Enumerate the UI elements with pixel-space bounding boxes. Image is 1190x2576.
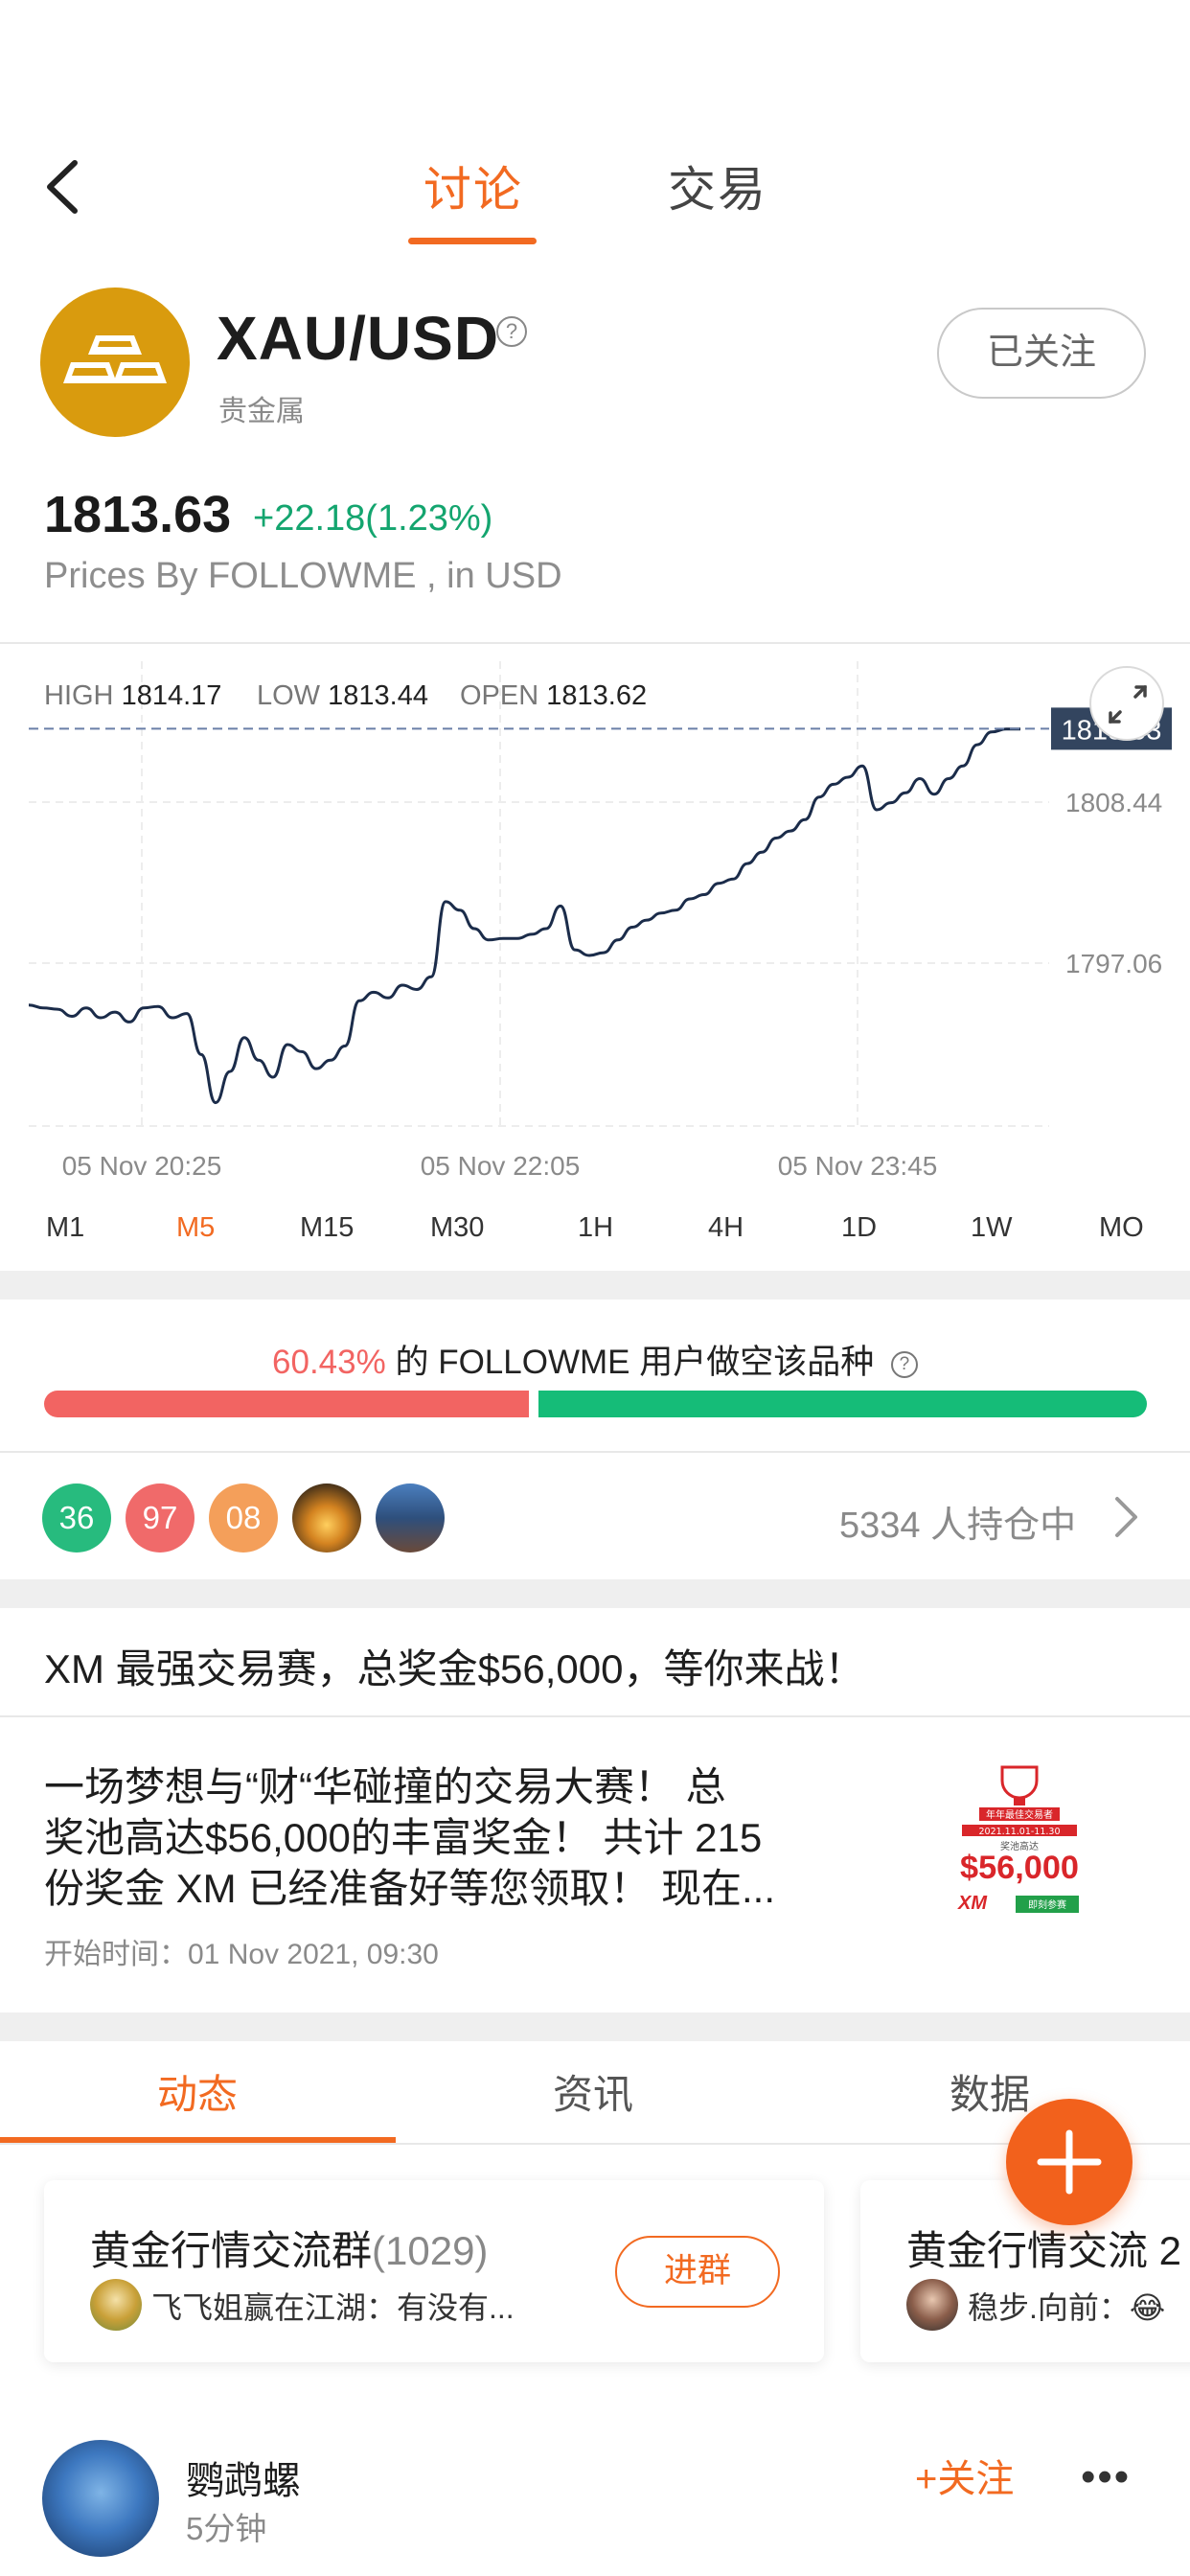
group-last-message: 飞飞姐赢在江湖：有没有... (151, 2290, 515, 2325)
expand-icon (1109, 685, 1147, 724)
svg-text:年年最佳交易者: 年年最佳交易者 (986, 1808, 1053, 1821)
divider (0, 642, 1190, 644)
svg-text:即刻参赛: 即刻参赛 (1028, 1898, 1066, 1911)
expand-chart-button[interactable] (1089, 666, 1164, 741)
timeframe-mo[interactable]: MO (1099, 1212, 1144, 1244)
chart-open: OPEN 1813.62 (460, 680, 648, 711)
help-icon[interactable]: ? (890, 1350, 918, 1378)
promo-body[interactable]: 一场梦想与“财“华碰撞的交易大赛！ 总 奖池高达$56,000的丰富奖金！ 共计… (44, 1761, 868, 1914)
timeframe-m15[interactable]: M15 (300, 1212, 354, 1244)
promo-start-time: 开始时间：01 Nov 2021, 09:30 (44, 1939, 439, 1970)
timeframe-1w[interactable]: 1W (971, 1212, 1013, 1244)
sentiment-percent: 60.43% (272, 1344, 386, 1381)
post-time: 5分钟 (186, 2511, 267, 2546)
group-member-count: (1029) (372, 2228, 489, 2273)
plus-icon (1037, 2129, 1102, 2195)
divider (0, 1451, 1190, 1453)
svg-text:$56,000: $56,000 (960, 1850, 1079, 1886)
following-button[interactable]: 已关注 (937, 308, 1146, 399)
post-author-avatar[interactable] (42, 2440, 159, 2557)
asset-category: 贵金属 (218, 396, 305, 427)
gold-bars-icon (40, 288, 190, 437)
timeframe-1d[interactable]: 1D (841, 1212, 877, 1244)
create-post-button[interactable] (1006, 2099, 1133, 2225)
group-name: 黄金行情交流群(1029) (90, 2228, 489, 2273)
price-source: Prices By FOLLOWME , in USD (44, 556, 562, 596)
help-icon[interactable]: ? (496, 316, 527, 347)
x-tick-label: 05 Nov 22:05 (421, 1151, 581, 1181)
timeframe-m30[interactable]: M30 (430, 1212, 484, 1244)
holder-avatar[interactable]: 97 (126, 1484, 195, 1552)
chart-low: LOW 1813.44 (257, 680, 428, 711)
group-name: 黄金行情交流 2 (906, 2228, 1182, 2273)
x-tick-label: 05 Nov 20:25 (62, 1151, 222, 1181)
section-gap (0, 1271, 1190, 1300)
current-price: 1813.63 (44, 486, 232, 543)
timeframe-4h[interactable]: 4H (708, 1212, 744, 1244)
y-tick-label: 1797.06 (1065, 949, 1162, 978)
section-gap (0, 1579, 1190, 1608)
holder-avatar[interactable] (292, 1484, 361, 1552)
tab-trade[interactable]: 交易 (668, 151, 767, 220)
follow-user-button[interactable]: +关注 (915, 2448, 1014, 2503)
more-options-icon[interactable]: ••• (1081, 2453, 1131, 2501)
holder-avatar[interactable]: 08 (209, 1484, 278, 1552)
price-chart[interactable]: 1813.631808.441797.0605 Nov 20:2505 Nov … (0, 661, 1190, 1198)
timeframe-m1[interactable]: M1 (46, 1212, 84, 1244)
price-line (28, 727, 1020, 1105)
price-change: +22.18(1.23%) (253, 498, 493, 539)
tab-news[interactable]: 资讯 (553, 2062, 633, 2121)
tab-discussion[interactable]: 讨论 (423, 151, 523, 220)
timeframe-1h[interactable]: 1H (578, 1212, 613, 1244)
timeframe-m5[interactable]: M5 (176, 1212, 215, 1244)
holder-avatar[interactable]: 36 (42, 1484, 111, 1552)
active-tab-indicator (408, 238, 537, 244)
divider (0, 1715, 1190, 1717)
sentiment-long-bar (538, 1391, 1147, 1417)
tab-feed[interactable]: 动态 (157, 2062, 238, 2121)
sentiment-label: 的 FOLLOWME 用户做空该品种 (395, 1344, 875, 1381)
chart-high: HIGH 1814.17 (44, 680, 222, 711)
holder-avatar[interactable] (376, 1484, 445, 1552)
group-last-message: 稳步.向前：😂 (968, 2290, 1166, 2325)
sentiment-short-bar (44, 1391, 529, 1417)
section-gap (0, 2012, 1190, 2041)
avatar (906, 2279, 958, 2331)
y-tick-label: 1808.44 (1065, 788, 1162, 817)
back-arrow-icon[interactable] (38, 153, 96, 220)
chevron-right-icon[interactable] (1111, 1495, 1140, 1539)
svg-text:2021.11.01-11.30: 2021.11.01-11.30 (978, 1827, 1060, 1837)
asset-symbol: XAU/USD (217, 304, 500, 373)
sentiment-text: 60.43% 的 FOLLOWME 用户做空该品种 ? (0, 1335, 1190, 1384)
x-tick-label: 05 Nov 23:45 (778, 1151, 938, 1181)
post-author-name[interactable]: 鹦鹉螺 (186, 2450, 301, 2505)
holders-count[interactable]: 5334 人持仓中 (839, 1495, 1076, 1548)
join-group-button[interactable]: 进群 (615, 2236, 780, 2308)
promo-thumbnail[interactable]: 年年最佳交易者 2021.11.01-11.30 奖池高达 $56,000 XM… (952, 1763, 1087, 1926)
svg-text:XM: XM (957, 1893, 988, 1914)
avatar (90, 2279, 142, 2331)
promo-title[interactable]: XM 最强交易赛，总奖金$56,000，等你来战！ (44, 1637, 865, 1695)
